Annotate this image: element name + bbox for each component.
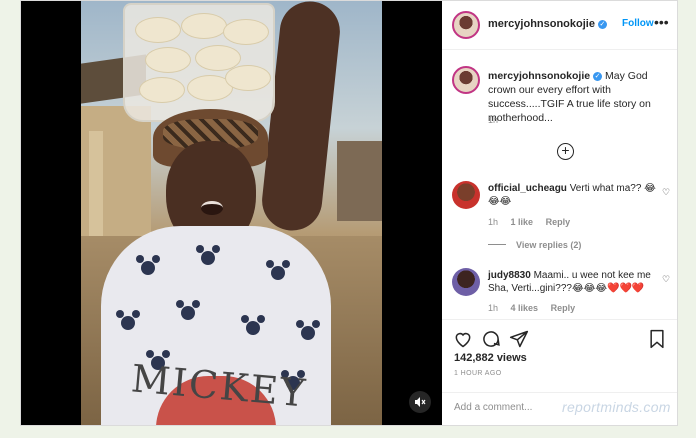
view-replies-button[interactable]: View replies (2)	[488, 240, 581, 250]
bread-shape	[181, 13, 227, 39]
bread-shape	[223, 19, 269, 45]
instagram-post-embed: MICKEY mercyjohnsonokojie ✓ Follow ••• me…	[20, 0, 678, 426]
video-frame: MICKEY	[81, 1, 382, 425]
mickey-print	[241, 315, 265, 335]
mickey-print	[136, 255, 160, 275]
comment-likes[interactable]: 1 like	[511, 217, 534, 227]
building-shape	[337, 141, 382, 221]
comment-meta: 1h 1 like Reply	[488, 217, 580, 227]
watermark: reportminds.com	[562, 399, 671, 415]
shirt-text: MICKEY	[129, 356, 309, 416]
post-header: mercyjohnsonokojie ✓ Follow •••	[442, 1, 677, 50]
post-age: 1 HOUR AGO	[454, 370, 502, 377]
mickey-print	[176, 300, 200, 320]
mickey-print	[116, 310, 140, 330]
bread-shape	[135, 17, 181, 43]
comment-like-icon[interactable]: ♡	[662, 274, 670, 285]
post-caption: mercyjohnsonokojie ✓ May God crown our ev…	[488, 69, 668, 125]
post-side-panel: mercyjohnsonokojie ✓ Follow ••• mercyjohn…	[442, 1, 677, 425]
comment: official_ucheagu Verti what ma?? 😂😂😂	[488, 182, 663, 208]
comment-meta: 1h 4 likes Reply	[488, 303, 585, 313]
comment-like-icon[interactable]: ♡	[662, 187, 670, 198]
plus-circle-icon[interactable]: +	[557, 143, 574, 160]
commenter-avatar[interactable]	[452, 181, 480, 209]
reply-button[interactable]: Reply	[546, 217, 571, 227]
bread-shape	[139, 77, 185, 103]
post-actions: 142,882 views 1 HOUR AGO Add a comment..…	[442, 319, 677, 426]
author-avatar[interactable]	[452, 11, 480, 39]
bread-shape	[225, 65, 271, 91]
bucket-shape	[123, 3, 275, 122]
comment-time: 1h	[488, 217, 499, 227]
view-count[interactable]: 142,882 views	[454, 352, 527, 364]
follow-button[interactable]: Follow	[622, 18, 654, 29]
post-video[interactable]: MICKEY	[21, 1, 442, 425]
mouth-shape	[201, 201, 223, 215]
caption-avatar[interactable]	[452, 66, 480, 94]
comment-username[interactable]: official_ucheagu	[488, 183, 567, 194]
commenter-avatar[interactable]	[452, 268, 480, 296]
heart-icon[interactable]	[453, 329, 473, 349]
mickey-print	[266, 260, 290, 280]
comment-likes[interactable]: 4 likes	[511, 303, 539, 313]
caption-username[interactable]: mercyjohnsonokojie	[488, 70, 590, 82]
shirt-shape: MICKEY	[101, 226, 331, 425]
reply-button[interactable]: Reply	[551, 303, 576, 313]
verified-badge-icon: ✓	[597, 20, 607, 29]
mute-icon[interactable]	[409, 391, 431, 413]
add-comment-bar: Add a comment... reportminds.com	[442, 392, 677, 426]
paper-plane-icon[interactable]	[509, 329, 529, 349]
comment: judy8830 Maami.. u wee not kee me Sha, V…	[488, 269, 663, 295]
add-comment-input[interactable]: Add a comment...	[454, 402, 532, 413]
bookmark-icon[interactable]	[647, 329, 667, 349]
bread-shape	[145, 47, 191, 73]
more-options-icon[interactable]: •••	[654, 14, 669, 30]
caption-time: 1h	[488, 115, 499, 125]
pillar-shape	[89, 131, 103, 251]
comment-time: 1h	[488, 303, 499, 313]
verified-badge-icon: ✓	[593, 72, 603, 81]
author-username[interactable]: mercyjohnsonokojie ✓	[488, 18, 607, 30]
comment-username[interactable]: judy8830	[488, 270, 531, 281]
mickey-print	[296, 320, 320, 340]
mickey-print	[196, 245, 220, 265]
comment-bubble-icon[interactable]	[481, 329, 501, 349]
